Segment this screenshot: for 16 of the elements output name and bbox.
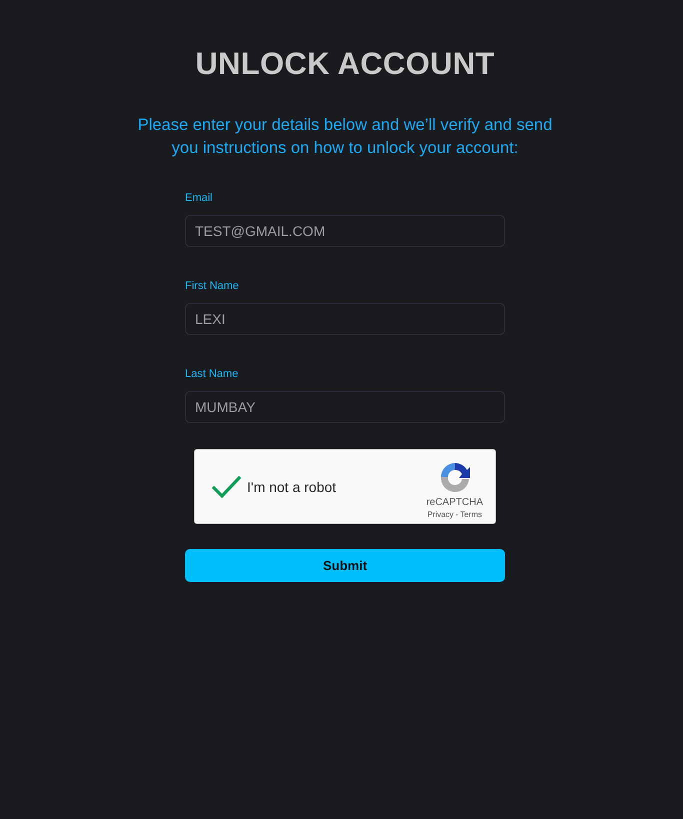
page-title: UNLOCK ACCOUNT <box>195 46 495 82</box>
input-field[interactable]: MUMBAY <box>185 391 505 423</box>
circular-arrows-icon <box>438 461 471 493</box>
checkmark-icon[interactable] <box>212 474 241 498</box>
privacy-link[interactable]: Privacy <box>427 509 454 520</box>
input-field[interactable]: TEST@GMAIL.COM <box>185 215 505 247</box>
field-label: Last Name <box>185 367 238 381</box>
field-label: First Name <box>185 279 239 293</box>
terms-link[interactable]: Terms <box>460 509 482 520</box>
intro-text: Please enter your details below and we’ll verify and send you instructions on how to unlock your account: <box>136 115 554 159</box>
separator-text: - <box>456 509 458 520</box>
captcha-label: I'm not a robot <box>247 478 336 494</box>
input-field[interactable]: LEXI <box>185 303 505 335</box>
submit-button[interactable]: Submit <box>185 549 505 582</box>
field-label: Email <box>185 191 213 205</box>
captcha-brand-text: reCAPTCHA <box>426 497 483 509</box>
